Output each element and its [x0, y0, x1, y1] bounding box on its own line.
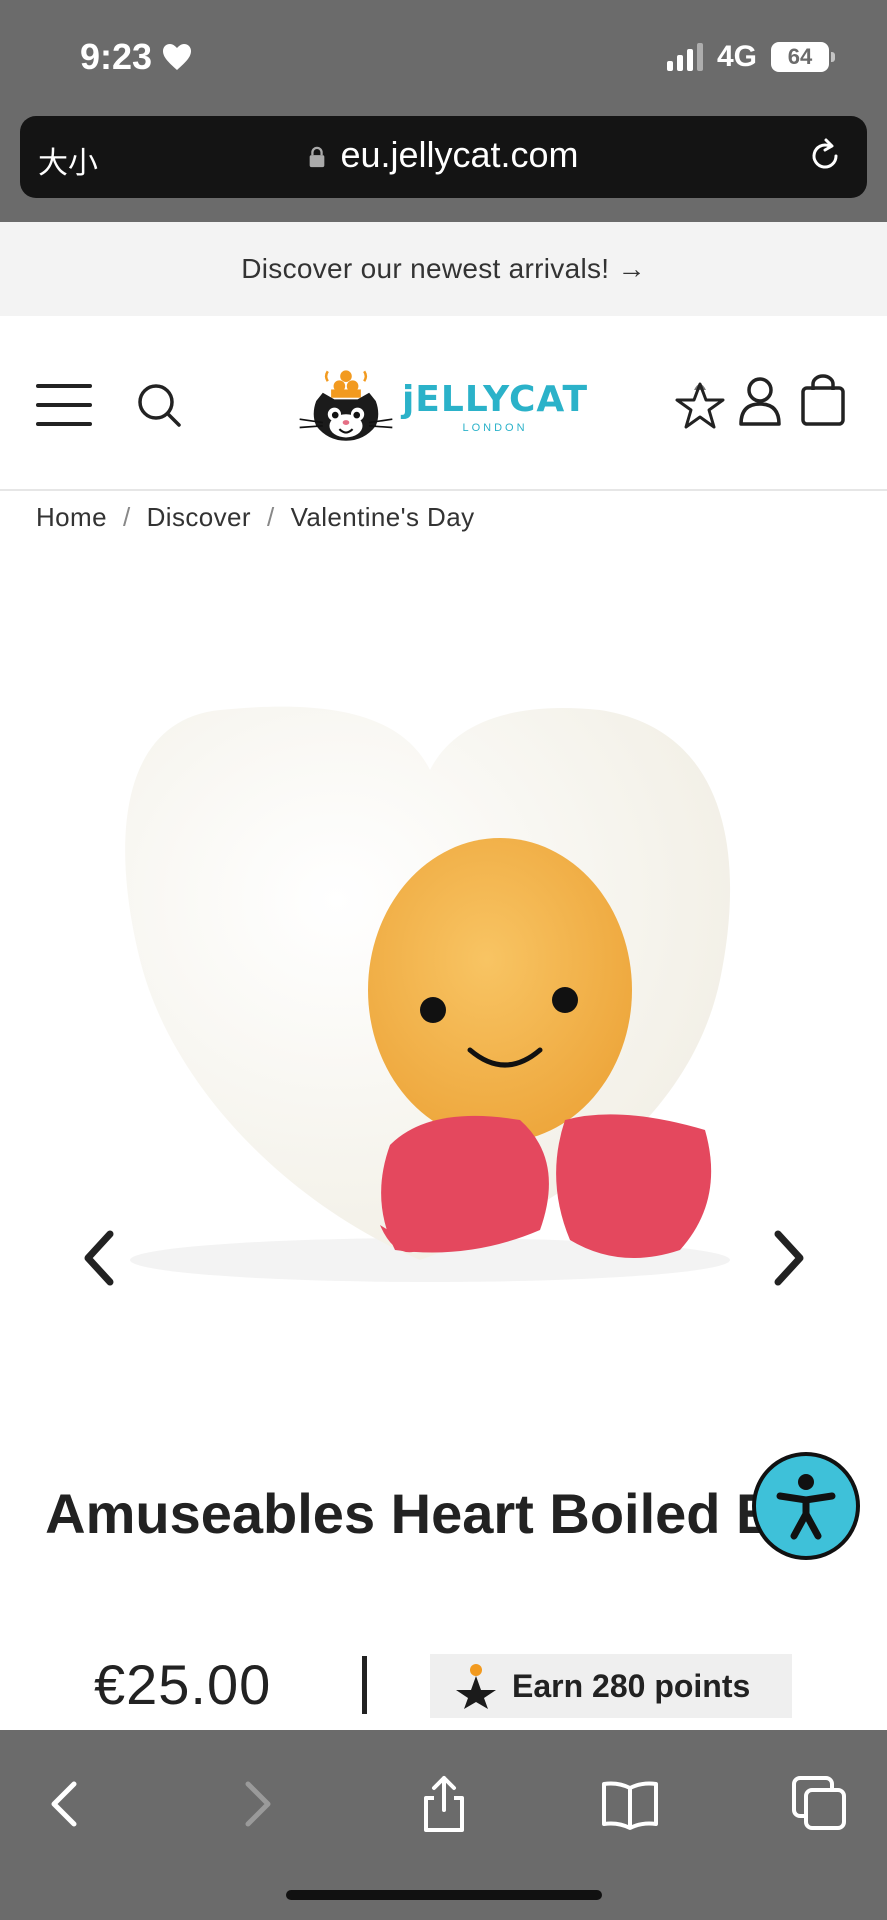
- logo-text: jELLYCAT LONDON: [402, 379, 588, 434]
- accessibility-icon: [776, 1474, 836, 1540]
- forward-icon[interactable]: [226, 1774, 286, 1834]
- breadcrumb: Home / Discover / Valentine's Day: [36, 502, 474, 533]
- shopping-bag-icon[interactable]: [800, 374, 846, 426]
- logo-subtitle: LONDON: [462, 421, 528, 434]
- account-icon[interactable]: [738, 376, 782, 426]
- url-display[interactable]: eu.jellycat.com: [20, 134, 867, 176]
- home-indicator[interactable]: [286, 1890, 602, 1900]
- wishlist-star-icon[interactable]: [674, 374, 726, 430]
- heart-icon: [163, 44, 192, 70]
- chevron-right-icon[interactable]: [770, 1228, 810, 1288]
- breadcrumb-discover[interactable]: Discover: [147, 502, 251, 533]
- status-indicators: 4G 64: [666, 40, 835, 74]
- browser-chrome: 9:23 4G 64 大小 eu.jellycat.com: [0, 0, 887, 222]
- points-star-icon: [456, 1664, 496, 1709]
- promo-text: Discover our newest arrivals! →: [241, 253, 646, 284]
- accessibility-button[interactable]: [752, 1452, 860, 1560]
- product-image[interactable]: [0, 560, 887, 1320]
- logo-word: jELLYCAT: [401, 378, 588, 420]
- status-time-text: 9:23: [80, 36, 153, 77]
- site-header: jELLYCAT LONDON: [0, 316, 887, 491]
- loyalty-points-badge[interactable]: Earn 280 points: [430, 1654, 792, 1718]
- battery-icon: 64: [771, 42, 835, 72]
- battery-level: 64: [787, 44, 813, 69]
- bookmarks-icon[interactable]: [600, 1774, 660, 1834]
- url-text: eu.jellycat.com: [340, 134, 579, 175]
- product-title: Amuseables Heart Boiled Egg: [45, 1482, 842, 1545]
- share-icon[interactable]: [414, 1774, 474, 1834]
- price-divider: [362, 1656, 367, 1714]
- jellycat-logo[interactable]: jELLYCAT LONDON: [298, 356, 588, 456]
- product-price: €25.00: [94, 1653, 272, 1716]
- breadcrumb-separator: /: [266, 502, 275, 532]
- promo-banner[interactable]: Discover our newest arrivals! →: [0, 222, 887, 316]
- back-icon[interactable]: [36, 1774, 96, 1834]
- search-icon[interactable]: [136, 382, 182, 428]
- points-label: Earn 280 points: [512, 1667, 751, 1704]
- breadcrumb-home[interactable]: Home: [36, 502, 107, 533]
- tabs-icon[interactable]: [790, 1774, 850, 1834]
- address-bar[interactable]: 大小 eu.jellycat.com: [20, 116, 867, 198]
- reload-icon[interactable]: [805, 136, 845, 176]
- status-time: 9:23: [80, 36, 192, 78]
- price-row: €25.00 Earn 280 points: [0, 1650, 887, 1722]
- breadcrumb-valentines-day[interactable]: Valentine's Day: [291, 502, 475, 533]
- menu-icon[interactable]: [36, 384, 92, 426]
- chevron-left-icon[interactable]: [78, 1228, 118, 1288]
- signal-icon: [666, 43, 703, 71]
- lock-icon: [310, 146, 325, 168]
- breadcrumb-separator: /: [122, 502, 131, 532]
- cat-logo-icon: [299, 370, 393, 441]
- network-label: 4G: [716, 40, 757, 73]
